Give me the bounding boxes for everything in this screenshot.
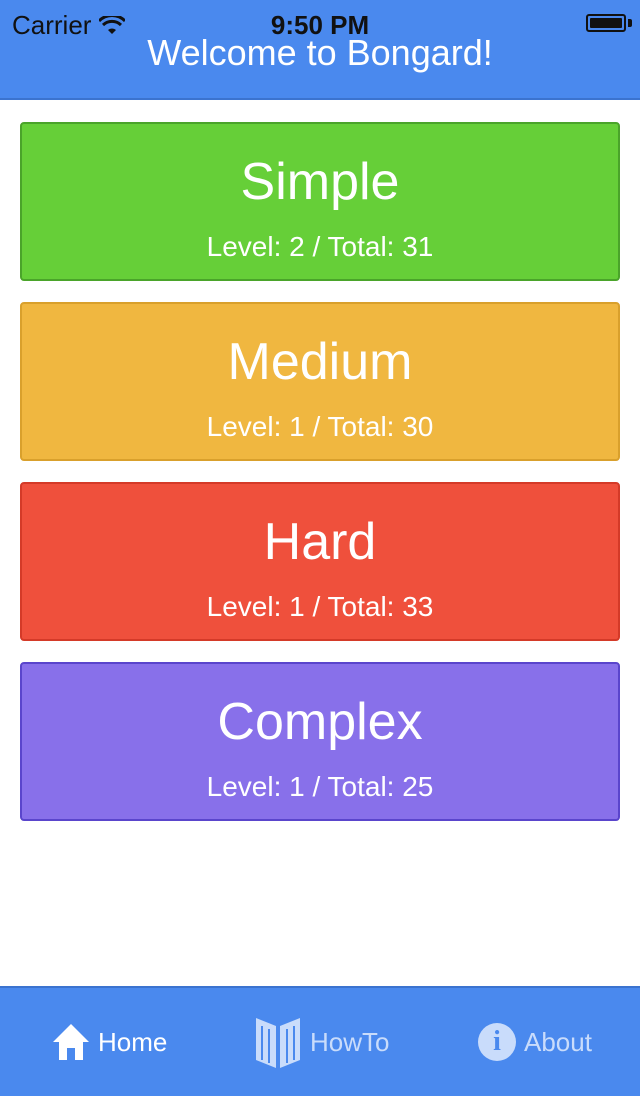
- book-icon: [256, 1018, 300, 1068]
- tab-about-label: About: [524, 1026, 592, 1057]
- level-card-hard[interactable]: Hard Level: 1 / Total: 33: [20, 482, 620, 641]
- tab-home-label: Home: [98, 1026, 168, 1057]
- info-icon: i: [478, 1023, 516, 1061]
- tab-howto[interactable]: HowTo: [254, 988, 389, 1096]
- page-title: Welcome to Bongard!: [147, 32, 493, 73]
- level-name: Complex: [217, 693, 423, 751]
- home-icon: [53, 1024, 89, 1060]
- level-stats: Level: 1 / Total: 30: [206, 411, 434, 442]
- tab-bar: Home HowTo i About: [0, 986, 640, 1096]
- tab-home[interactable]: Home: [52, 988, 167, 1096]
- level-name: Hard: [263, 513, 377, 571]
- level-card-medium[interactable]: Medium Level: 1 / Total: 30: [20, 302, 620, 461]
- level-name: Medium: [227, 333, 413, 391]
- level-stats: Level: 2 / Total: 31: [206, 231, 434, 262]
- level-stats: Level: 1 / Total: 25: [206, 771, 434, 802]
- level-stats: Level: 1 / Total: 33: [206, 591, 434, 622]
- level-name: Simple: [240, 153, 400, 211]
- nav-header: Carrier 9:50 PM Welcome to Bongard!: [0, 0, 640, 100]
- tab-about[interactable]: i About: [478, 988, 592, 1096]
- battery-icon: [586, 14, 626, 32]
- tab-howto-label: HowTo: [310, 1026, 390, 1057]
- level-card-complex[interactable]: Complex Level: 1 / Total: 25: [20, 662, 620, 821]
- level-card-simple[interactable]: Simple Level: 2 / Total: 31: [20, 122, 620, 281]
- battery-nub: [628, 19, 632, 27]
